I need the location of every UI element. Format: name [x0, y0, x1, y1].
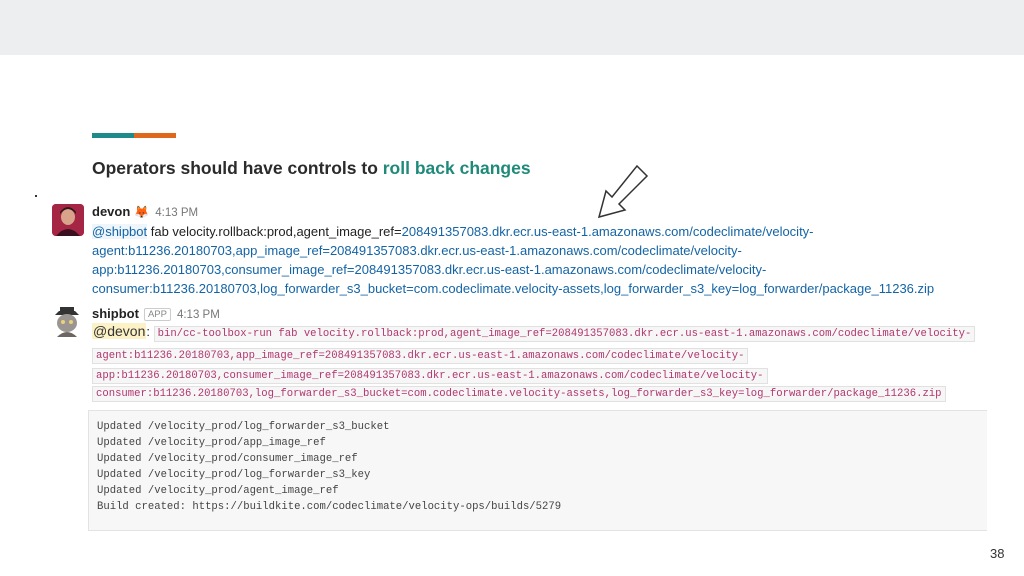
accent-bar-orange	[134, 133, 176, 138]
stray-dot	[35, 195, 37, 197]
devon-message-line: consumer:b11236.20180703,log_forwarder_s…	[92, 281, 934, 296]
shipbot-message-line: consumer:b11236.20180703,log_forwarder_s…	[92, 384, 946, 402]
mention-colon: :	[146, 324, 150, 339]
devon-message-header: devon 🦊 4:13 PM	[92, 204, 198, 219]
fox-emoji-icon: 🦊	[134, 205, 150, 219]
mention-devon[interactable]: @devon	[92, 323, 147, 339]
inline-code: app:b11236.20180703,consumer_image_ref=2…	[92, 368, 768, 384]
message-link[interactable]: app:b11236.20180703,consumer_image_ref=2…	[92, 262, 766, 277]
username-devon[interactable]: devon	[92, 204, 130, 219]
inline-code: bin/cc-toolbox-run fab velocity.rollback…	[153, 326, 976, 342]
devon-message-line: agent:b11236.20180703,app_image_ref=2084…	[92, 243, 742, 258]
inline-code: consumer:b11236.20180703,log_forwarder_s…	[92, 386, 946, 402]
accent-bar-teal	[92, 133, 134, 138]
devon-message-line: @shipbot fab velocity.rollback:prod,agen…	[92, 224, 814, 239]
output-line: Updated /velocity_prod/log_forwarder_s3_…	[97, 469, 371, 481]
slide-title-highlight: roll back changes	[382, 158, 531, 178]
timestamp[interactable]: 4:13 PM	[177, 309, 220, 321]
message-link[interactable]: agent:b11236.20180703,app_image_ref=2084…	[92, 243, 742, 258]
shipbot-message-line: @devon: bin/cc-toolbox-run fab velocity.…	[92, 323, 976, 342]
output-line: Updated /velocity_prod/consumer_image_re…	[97, 453, 358, 465]
message-link[interactable]: 208491357083.dkr.ecr.us-east-1.amazonaws…	[402, 224, 814, 239]
avatar-devon[interactable]	[52, 204, 84, 236]
output-line: Updated /velocity_prod/agent_image_ref	[97, 485, 339, 497]
page-number: 38	[990, 546, 1005, 561]
app-badge: APP	[143, 308, 171, 321]
shipbot-message-line: agent:b11236.20180703,app_image_ref=2084…	[92, 346, 749, 364]
inline-code: agent:b11236.20180703,app_image_ref=2084…	[92, 348, 749, 364]
username-shipbot[interactable]: shipbot	[92, 306, 139, 321]
shipbot-message-header: shipbot APP 4:13 PM	[92, 306, 220, 321]
devon-message-line: app:b11236.20180703,consumer_image_ref=2…	[92, 262, 766, 277]
slide-title-prefix: Operators should have controls to	[92, 158, 383, 178]
output-line: Updated /velocity_prod/log_forwarder_s3_…	[97, 421, 390, 433]
command-text: fab velocity.rollback:prod,agent_image_r…	[147, 224, 402, 239]
message-link[interactable]: consumer:b11236.20180703,log_forwarder_s…	[92, 281, 934, 296]
timestamp[interactable]: 4:13 PM	[155, 207, 198, 219]
slide-title: Operators should have controls to roll b…	[92, 158, 531, 179]
shipbot-message-line: app:b11236.20180703,consumer_image_ref=2…	[92, 366, 768, 384]
output-line: Build created: https://buildkite.com/cod…	[97, 501, 562, 513]
avatar-shipbot[interactable]	[51, 305, 83, 337]
output-line: Updated /velocity_prod/app_image_ref	[97, 437, 326, 449]
pointer-arrow-icon	[597, 164, 649, 219]
mention-shipbot[interactable]: @shipbot	[92, 224, 148, 239]
top-banner	[0, 0, 1024, 55]
